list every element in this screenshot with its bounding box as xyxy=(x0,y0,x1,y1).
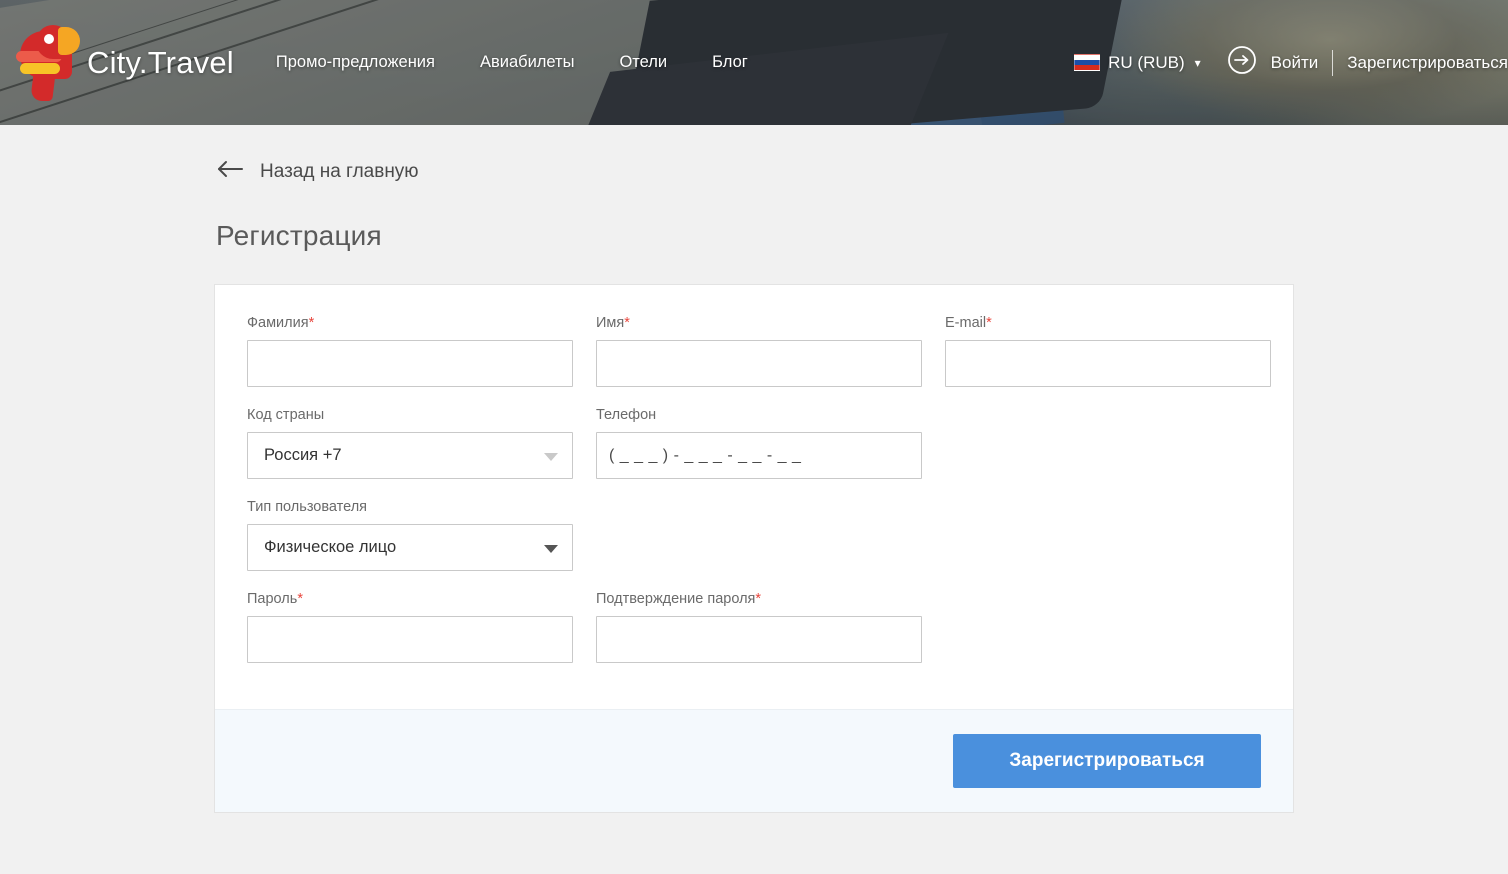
form-row-names: Фамилия* Имя* E-mail* xyxy=(247,315,1271,407)
label-user-type: Тип пользователя xyxy=(247,499,368,515)
page-body: Назад на главную Регистрация Фамилия* Им… xyxy=(0,125,1508,813)
label-phone: Телефон xyxy=(596,407,657,423)
user-type-value: Физическое лицо xyxy=(264,538,397,556)
required-marker: * xyxy=(755,591,762,607)
field-spacer-1 xyxy=(945,407,1261,479)
label-country-code: Код страны xyxy=(247,407,325,423)
label-last-name: Фамилия* xyxy=(247,315,573,331)
register-submit-button[interactable]: Зарегистрироваться xyxy=(953,734,1261,788)
field-user-type: Тип пользователя Физическое лицо xyxy=(247,499,573,571)
required-marker: * xyxy=(624,315,630,331)
label-password: Пароль* xyxy=(247,591,573,607)
card-footer: Зарегистрироваться xyxy=(215,709,1293,812)
site-header: City.Travel Промо-предложения Авиабилеты… xyxy=(0,0,1508,125)
chevron-down-icon xyxy=(544,544,558,553)
label-email: E-mail* xyxy=(945,315,1271,331)
chevron-down-icon xyxy=(544,452,558,461)
required-marker: * xyxy=(308,315,315,331)
site-logo[interactable]: City.Travel xyxy=(14,24,234,101)
header-divider xyxy=(1332,49,1334,76)
field-password: Пароль* xyxy=(247,591,573,663)
form-row-passwords: Пароль* Подтверждение пароля* xyxy=(247,591,1261,683)
back-to-home-label: Назад на главную xyxy=(260,160,419,182)
field-spacer-2 xyxy=(596,499,917,571)
field-first-name: Имя* xyxy=(596,315,922,387)
country-code-value: Россия +7 xyxy=(264,446,342,464)
login-link[interactable]: Войти xyxy=(1271,53,1319,73)
label-last-name-text: Фамилия xyxy=(247,315,309,331)
chevron-down-icon: ▾ xyxy=(1194,55,1201,70)
nav-flights[interactable]: Авиабилеты xyxy=(480,53,575,72)
last-name-input[interactable] xyxy=(247,340,573,387)
field-last-name: Фамилия* xyxy=(247,315,573,387)
russia-flag-icon xyxy=(1074,54,1101,71)
registration-card: Фамилия* Имя* E-mail* Код страны Россия … xyxy=(214,284,1294,813)
field-spacer-4 xyxy=(945,591,1261,663)
field-country-code: Код страны Россия +7 xyxy=(247,407,573,479)
password-confirm-input[interactable] xyxy=(596,616,922,663)
required-marker: * xyxy=(297,591,303,607)
header-utility-area: RU (RUB) ▾ Войти Зарегистрироваться xyxy=(1074,45,1508,80)
parrot-logo-icon xyxy=(14,24,80,101)
logo-wordmark: City.Travel xyxy=(87,44,234,80)
nav-blog[interactable]: Блог xyxy=(712,53,748,72)
first-name-input[interactable] xyxy=(596,340,922,387)
register-link[interactable]: Зарегистрироваться xyxy=(1347,53,1508,73)
required-marker: * xyxy=(986,315,992,331)
label-first-name: Имя* xyxy=(596,315,922,331)
nav-promo[interactable]: Промо-предложения xyxy=(276,53,435,72)
label-email-text: E-mail xyxy=(945,315,987,331)
field-spacer-3 xyxy=(940,499,1261,571)
country-code-select[interactable]: Россия +7 xyxy=(247,432,573,479)
label-password-confirm-text: Подтверждение пароля xyxy=(596,591,756,607)
field-phone: Телефон xyxy=(596,407,922,479)
label-password-text: Пароль xyxy=(247,591,298,607)
email-input[interactable] xyxy=(945,340,1271,387)
password-input[interactable] xyxy=(247,616,573,663)
label-first-name-text: Имя xyxy=(596,315,625,331)
back-to-home-link[interactable]: Назад на главную xyxy=(214,125,419,184)
field-password-confirm: Подтверждение пароля* xyxy=(596,591,922,663)
sign-in-arrow-icon[interactable] xyxy=(1227,45,1257,80)
form-row-user-type: Тип пользователя Физическое лицо xyxy=(247,499,1261,591)
language-currency-switcher[interactable]: RU (RUB) ▾ xyxy=(1074,53,1201,73)
phone-input[interactable] xyxy=(596,432,922,479)
field-email: E-mail* xyxy=(945,315,1271,387)
user-type-select[interactable]: Физическое лицо xyxy=(247,524,573,571)
nav-hotels[interactable]: Отели xyxy=(619,53,667,72)
arrow-left-icon xyxy=(216,159,244,184)
language-label: RU (RUB) xyxy=(1108,52,1185,72)
main-navigation: Промо-предложения Авиабилеты Отели Блог xyxy=(276,53,748,72)
label-password-confirm: Подтверждение пароля* xyxy=(596,591,922,607)
page-title: Регистрация xyxy=(216,220,382,251)
form-row-phone: Код страны Россия +7 Телефон xyxy=(247,407,1261,499)
